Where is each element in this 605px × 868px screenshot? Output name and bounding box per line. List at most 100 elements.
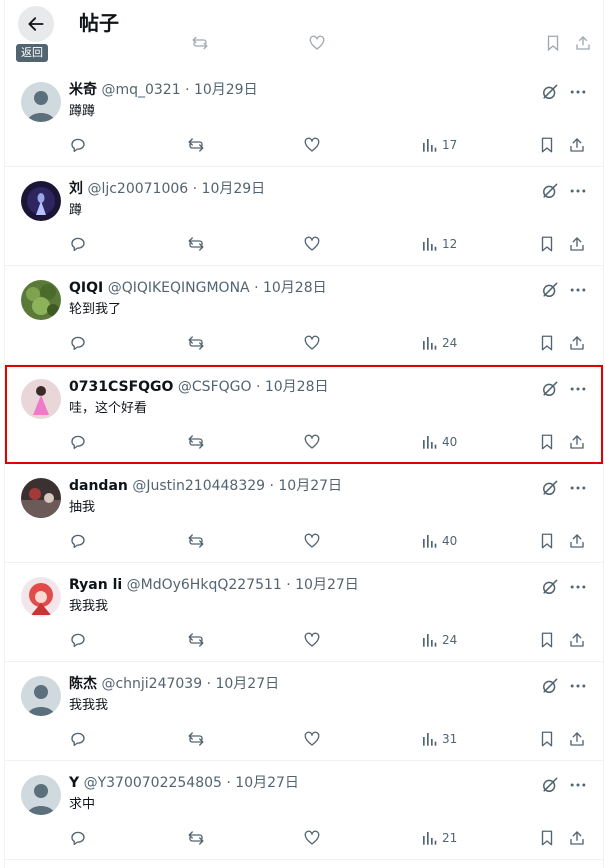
avatar[interactable] [21, 478, 61, 518]
reply-post[interactable]: 米奇 @mq_0321 · 10月29日 蹲蹲 17 [5, 68, 603, 167]
share-button[interactable] [568, 530, 586, 552]
views-button[interactable]: 31 [421, 728, 457, 750]
reply-button[interactable] [69, 431, 87, 453]
share-button[interactable] [568, 629, 586, 651]
author-name[interactable]: dandan [69, 478, 128, 494]
share-button[interactable] [568, 728, 586, 750]
author-handle[interactable]: @CSFQGO [178, 379, 252, 395]
grok-icon[interactable] [540, 676, 560, 696]
more-icon[interactable] [568, 775, 588, 795]
author-name[interactable]: QIQI [69, 280, 103, 296]
share-button[interactable] [568, 431, 586, 453]
more-icon[interactable] [568, 676, 588, 696]
bookmark-button[interactable] [538, 530, 556, 552]
views-button[interactable]: 21 [421, 827, 457, 849]
author-handle[interactable]: @MdOy6HkqQ227511 [127, 577, 282, 593]
repost-icon[interactable] [191, 34, 209, 52]
bookmark-button[interactable] [538, 332, 556, 354]
back-button[interactable] [18, 6, 54, 42]
bookmark-icon[interactable] [544, 34, 562, 52]
post-date[interactable]: · 10月29日 [185, 82, 258, 98]
views-button[interactable]: 17 [421, 134, 457, 156]
like-button[interactable] [303, 332, 321, 354]
grok-icon[interactable] [540, 379, 560, 399]
reply-post[interactable]: 陈杰 @chnji247039 · 10月27日 我我我 31 [5, 662, 603, 761]
post-date[interactable]: · 10月28日 [254, 280, 327, 296]
post-date[interactable]: · 10月29日 [193, 181, 266, 197]
repost-button[interactable] [186, 233, 206, 255]
reply-post[interactable]: 刘 @ljc20071006 · 10月29日 蹲 12 [5, 167, 603, 266]
avatar[interactable] [21, 676, 61, 716]
like-icon[interactable] [308, 34, 326, 52]
post-date[interactable]: · 10月27日 [207, 676, 280, 692]
share-button[interactable] [568, 233, 586, 255]
share-button[interactable] [568, 332, 586, 354]
views-button[interactable]: 24 [421, 629, 457, 651]
repost-button[interactable] [186, 431, 206, 453]
grok-icon[interactable] [540, 181, 560, 201]
reply-button[interactable] [69, 629, 87, 651]
bookmark-button[interactable] [538, 134, 556, 156]
reply-button[interactable] [69, 233, 87, 255]
views-button[interactable]: 24 [421, 332, 457, 354]
avatar[interactable] [21, 181, 61, 221]
author-name[interactable]: Ryan li [69, 577, 122, 593]
more-icon[interactable] [568, 379, 588, 399]
like-button[interactable] [303, 629, 321, 651]
post-date[interactable]: · 10月27日 [270, 478, 343, 494]
views-button[interactable]: 40 [421, 530, 457, 552]
author-handle[interactable]: @QIQIKEQINGMONA [108, 280, 250, 296]
reply-post[interactable]: dandan @Justin210448329 · 10月27日 抽我 40 [5, 464, 603, 563]
bookmark-button[interactable] [538, 233, 556, 255]
like-button[interactable] [303, 827, 321, 849]
author-name[interactable]: 刘 [69, 181, 83, 197]
like-button[interactable] [303, 233, 321, 255]
more-icon[interactable] [568, 577, 588, 597]
views-button[interactable]: 40 [421, 431, 457, 453]
author-name[interactable]: 0731CSFQGO [69, 379, 173, 395]
reply-button[interactable] [69, 332, 87, 354]
share-button[interactable] [568, 134, 586, 156]
like-button[interactable] [303, 728, 321, 750]
avatar[interactable] [21, 577, 61, 617]
reply-button[interactable] [69, 134, 87, 156]
bookmark-button[interactable] [538, 431, 556, 453]
reply-post-highlighted[interactable]: 0731CSFQGO @CSFQGO · 10月28日 哇，这个好看 40 [5, 365, 603, 464]
avatar[interactable] [21, 379, 61, 419]
author-name[interactable]: Y [69, 775, 79, 791]
post-date[interactable]: · 10月27日 [226, 775, 299, 791]
bookmark-button[interactable] [538, 827, 556, 849]
reply-button[interactable] [69, 728, 87, 750]
post-date[interactable]: · 10月27日 [286, 577, 359, 593]
author-handle[interactable]: @Justin210448329 [132, 478, 265, 494]
author-handle[interactable]: @ljc20071006 [87, 181, 188, 197]
avatar[interactable] [21, 82, 61, 122]
grok-icon[interactable] [540, 82, 560, 102]
reply-button[interactable] [69, 530, 87, 552]
author-handle[interactable]: @chnji247039 [101, 676, 202, 692]
reply-post[interactable]: Y @Y3700702254805 · 10月27日 求中 21 [5, 761, 603, 860]
avatar[interactable] [21, 280, 61, 320]
avatar[interactable] [21, 775, 61, 815]
grok-icon[interactable] [540, 280, 560, 300]
like-button[interactable] [303, 431, 321, 453]
author-name[interactable]: 米奇 [69, 82, 97, 98]
repost-button[interactable] [186, 629, 206, 651]
reply-button[interactable] [69, 827, 87, 849]
post-date[interactable]: · 10月28日 [256, 379, 329, 395]
reply-post[interactable]: Ryan li @MdOy6HkqQ227511 · 10月27日 我我我 24 [5, 563, 603, 662]
grok-icon[interactable] [540, 577, 560, 597]
grok-icon[interactable] [540, 775, 560, 795]
repost-button[interactable] [186, 134, 206, 156]
author-handle[interactable]: @mq_0321 [101, 82, 180, 98]
repost-button[interactable] [186, 728, 206, 750]
like-button[interactable] [303, 530, 321, 552]
author-handle[interactable]: @Y3700702254805 [84, 775, 222, 791]
more-icon[interactable] [568, 181, 588, 201]
reply-post[interactable]: QIQI @QIQIKEQINGMONA · 10月28日 轮到我了 24 [5, 266, 603, 365]
author-name[interactable]: 陈杰 [69, 676, 97, 692]
repost-button[interactable] [186, 827, 206, 849]
share-icon[interactable] [574, 34, 592, 52]
share-button[interactable] [568, 827, 586, 849]
more-icon[interactable] [568, 280, 588, 300]
